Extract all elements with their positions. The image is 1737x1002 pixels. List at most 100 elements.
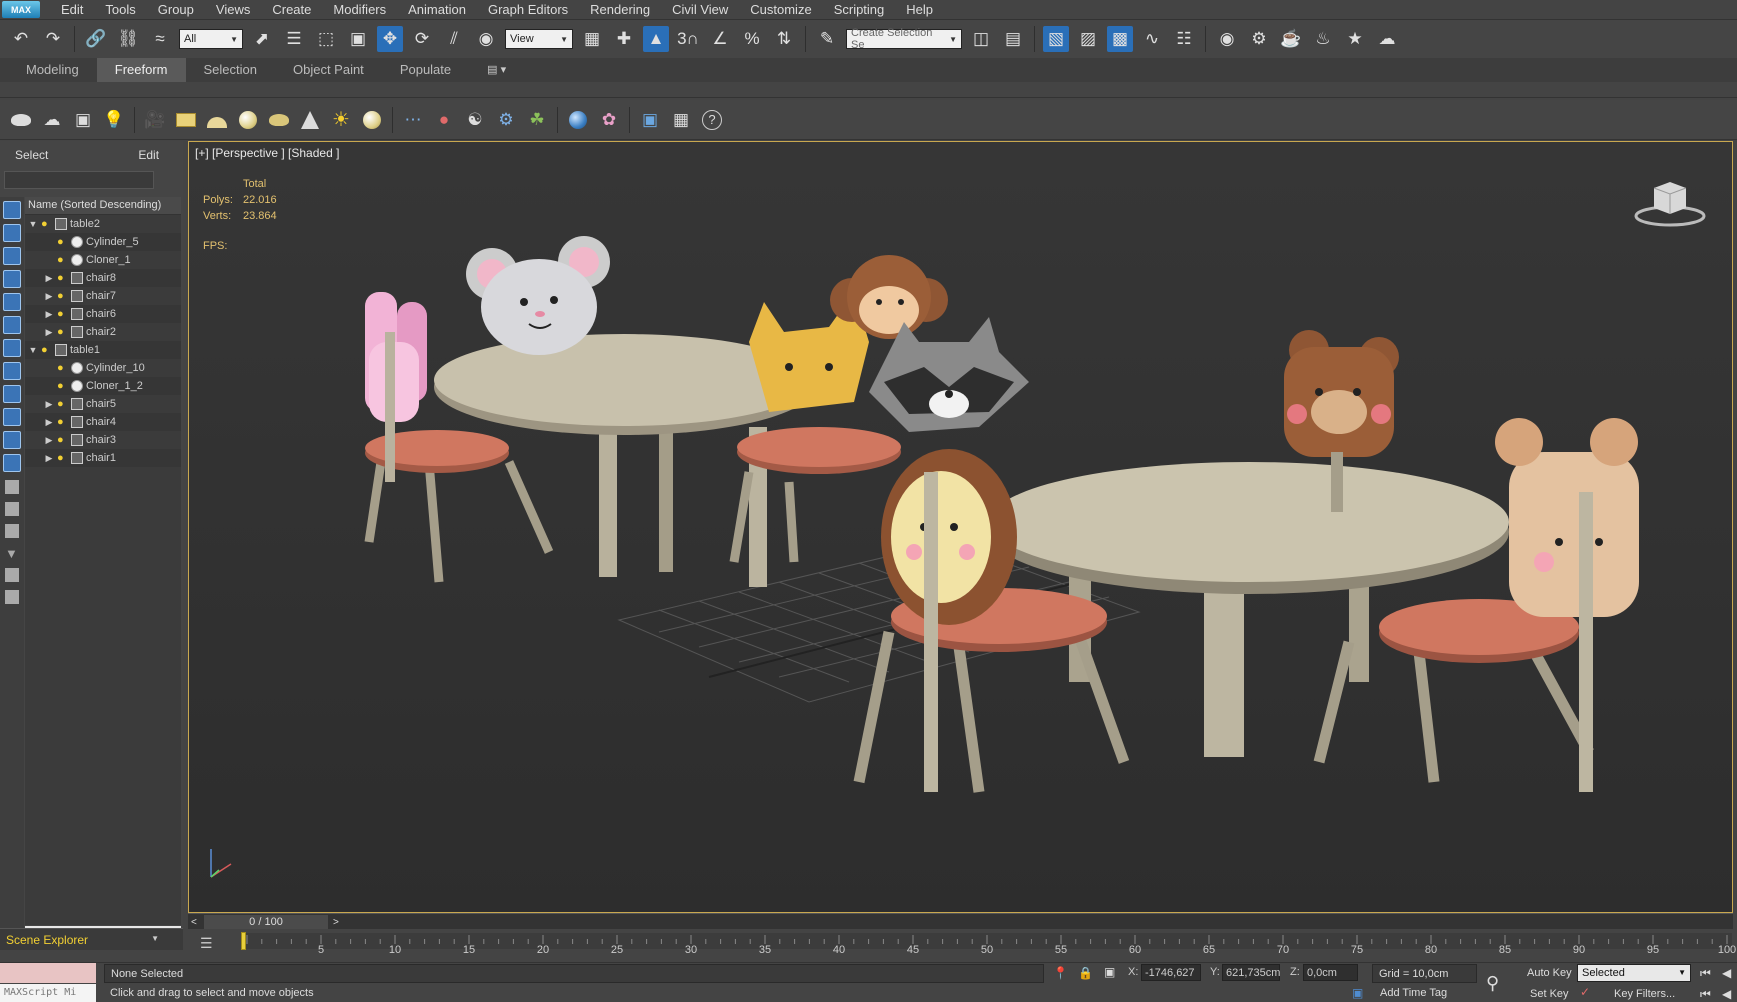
curve-editor-icon[interactable]: ∿	[1139, 26, 1165, 52]
visibility-bulb-icon[interactable]: ●	[57, 380, 67, 392]
visibility-bulb-icon[interactable]: ●	[57, 434, 67, 446]
previous-key-icon[interactable]: ◀	[1722, 966, 1731, 980]
display-frozen-icon[interactable]	[3, 454, 21, 472]
y-coordinate-field[interactable]: 621,735cm	[1222, 964, 1280, 981]
tree-item[interactable]: ▶ ● chair6	[25, 305, 181, 323]
select-manipulate-icon[interactable]: ✚	[611, 26, 637, 52]
key-mode-dropdown[interactable]: Selected ▼	[1577, 964, 1691, 982]
maxscript-mini-listener[interactable]: MAXScript Mi	[0, 984, 96, 1002]
environment-icon[interactable]: ▣	[70, 107, 96, 133]
filter-icon[interactable]: ▼	[5, 546, 19, 561]
layer-explorer-icon[interactable]: ▨	[1075, 26, 1101, 52]
menu-edit-panel[interactable]: Edit	[138, 148, 159, 162]
cone-icon[interactable]	[297, 107, 323, 133]
bind-space-warp-icon[interactable]: ≈	[147, 26, 173, 52]
display-lights-icon[interactable]	[3, 270, 21, 288]
material-sphere-icon[interactable]	[565, 107, 591, 133]
pivot-center-icon[interactable]: ▦	[579, 26, 605, 52]
visibility-bulb-icon[interactable]: ●	[57, 236, 67, 248]
display-bones-icon[interactable]	[3, 408, 21, 426]
sun-icon[interactable]: ☀	[328, 107, 354, 133]
select-object-icon[interactable]: ⬈	[249, 26, 275, 52]
render-in-cloud-icon[interactable]: ☁	[1374, 26, 1400, 52]
add-time-tag-button[interactable]: Add Time Tag	[1380, 987, 1447, 999]
expand-arrow-icon[interactable]: ▶	[43, 417, 55, 428]
percent-snap-icon[interactable]: %	[739, 26, 765, 52]
display-helpers-icon[interactable]	[3, 316, 21, 334]
tab-object-paint[interactable]: Object Paint	[275, 58, 382, 82]
tree-item[interactable]: ▼ ● table1	[25, 341, 181, 359]
invert-display-icon[interactable]	[5, 524, 19, 538]
key-filters-button[interactable]: Key Filters...	[1614, 988, 1675, 1000]
dynamics-icon[interactable]: ●	[431, 107, 457, 133]
selection-filter-dropdown[interactable]: All ▼	[179, 29, 243, 49]
render-region-icon[interactable]: ▣	[637, 107, 663, 133]
set-key-button[interactable]: Set Key	[1530, 988, 1569, 1000]
menu-group[interactable]: Group	[147, 2, 205, 17]
menu-select[interactable]: Select	[15, 148, 48, 162]
undo-icon[interactable]: ↶	[8, 26, 34, 52]
display-spacewarps-icon[interactable]	[3, 339, 21, 357]
menu-edit[interactable]: Edit	[50, 2, 94, 17]
go-to-start-alt-icon[interactable]: ⏮	[1700, 987, 1711, 1002]
rendered-frame-window-icon[interactable]: ☕	[1278, 26, 1304, 52]
select-and-place-icon[interactable]: ◉	[473, 26, 499, 52]
auto-key-button[interactable]: Auto Key	[1527, 967, 1572, 979]
tab-modeling[interactable]: Modeling	[8, 58, 97, 82]
scene-search-input[interactable]	[4, 171, 154, 189]
visibility-bulb-icon[interactable]: ●	[57, 290, 67, 302]
rectangular-selection-icon[interactable]: ⬚	[313, 26, 339, 52]
tree-item[interactable]: ▶ ● chair1	[25, 449, 181, 467]
light-lister-icon[interactable]: 💡	[101, 107, 127, 133]
expand-arrow-icon[interactable]: ▶	[43, 291, 55, 302]
ribbon-toggle-icon[interactable]: ▩	[1107, 26, 1133, 52]
expand-arrow-icon[interactable]: ▶	[43, 399, 55, 410]
ribbon-options-icon[interactable]: ▤ ▾	[481, 59, 512, 82]
go-to-start-icon[interactable]: ⏮	[1700, 966, 1711, 981]
visibility-bulb-icon[interactable]: ●	[57, 272, 67, 284]
x-coordinate-field[interactable]: -1746,627	[1141, 964, 1201, 981]
visibility-bulb-icon[interactable]: ●	[57, 362, 67, 374]
geosphere-icon[interactable]	[359, 107, 385, 133]
time-tag-icon[interactable]: ▣	[1352, 986, 1363, 1000]
display-groups-icon[interactable]	[3, 362, 21, 380]
display-all-icon[interactable]	[5, 480, 19, 494]
collapse-arrow-icon[interactable]: ▼	[27, 345, 39, 355]
display-containers-icon[interactable]	[3, 431, 21, 449]
tree-item[interactable]: ▶ ● chair3	[25, 431, 181, 449]
material-editor-icon[interactable]: ◉	[1214, 26, 1240, 52]
sync-selection-icon[interactable]	[5, 590, 19, 604]
visibility-bulb-icon[interactable]: ●	[41, 218, 51, 230]
teapot-icon[interactable]	[8, 107, 34, 133]
sphere-icon[interactable]	[235, 107, 261, 133]
visibility-bulb-icon[interactable]: ●	[41, 344, 51, 356]
menu-civil-view[interactable]: Civil View	[661, 2, 739, 17]
multi-material-icon[interactable]: ✿	[596, 107, 622, 133]
select-and-scale-icon[interactable]: ⫽	[441, 26, 467, 52]
display-none-all-icon[interactable]	[5, 502, 19, 516]
named-selection-dropdown[interactable]: Create Selection Se ▼	[846, 27, 962, 51]
selection-lock-icon[interactable]: 🔒	[1078, 966, 1093, 980]
scene-explorer-selector[interactable]: Scene Explorer ▼	[0, 928, 183, 950]
mini-curve-editor-icon[interactable]: ☰	[200, 935, 222, 951]
maxscript-listener[interactable]	[0, 963, 96, 983]
next-frame-icon[interactable]: >	[333, 914, 339, 930]
schematic-view-icon[interactable]: ☷	[1171, 26, 1197, 52]
batch-render-icon[interactable]: ▦	[668, 107, 694, 133]
snaps-toggle-icon[interactable]: 3 ∩	[675, 26, 701, 52]
app-logo[interactable]: MAX	[2, 1, 40, 18]
biped-icon[interactable]: ☯	[462, 107, 488, 133]
redo-icon[interactable]: ↷	[40, 26, 66, 52]
teapot-shape-icon[interactable]	[266, 107, 292, 133]
render-setup-icon[interactable]: ⚙	[1246, 26, 1272, 52]
tree-item[interactable]: ▶ ● chair2	[25, 323, 181, 341]
edit-named-selection-icon[interactable]: ✎	[814, 26, 840, 52]
reference-coordinate-dropdown[interactable]: View ▼	[505, 29, 573, 49]
visibility-bulb-icon[interactable]: ●	[57, 398, 67, 410]
expand-arrow-icon[interactable]: ▶	[43, 435, 55, 446]
visibility-bulb-icon[interactable]: ●	[57, 308, 67, 320]
tree-item[interactable]: ▶ ● chair4	[25, 413, 181, 431]
isolate-selection-icon[interactable]: 📍	[1053, 966, 1068, 980]
tab-freeform[interactable]: Freeform	[96, 58, 186, 82]
collapse-arrow-icon[interactable]: ▼	[27, 219, 39, 229]
